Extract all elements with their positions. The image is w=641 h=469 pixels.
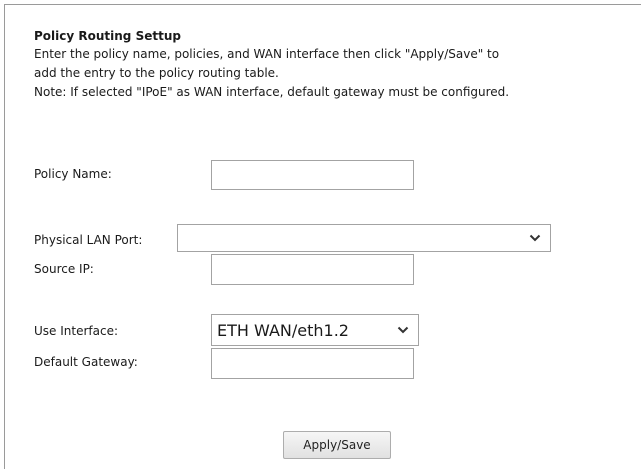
use-interface-label: Use Interface: [34, 324, 118, 338]
chevron-down-icon [526, 231, 544, 245]
source-ip-input[interactable] [211, 254, 414, 285]
policy-name-input[interactable] [211, 160, 414, 190]
chevron-down-icon [394, 323, 412, 337]
description-line-2: add the entry to the policy routing tabl… [34, 66, 279, 80]
description-line-3: Note: If selected "IPoE" as WAN interfac… [34, 85, 510, 99]
description-line-1: Enter the policy name, policies, and WAN… [34, 47, 500, 61]
apply-save-button[interactable]: Apply/Save [283, 431, 391, 459]
physical-lan-port-label: Physical LAN Port: [34, 233, 143, 247]
source-ip-label: Source IP: [34, 262, 94, 276]
use-interface-value: ETH WAN/eth1.2 [217, 320, 349, 340]
default-gateway-label: Default Gateway: [34, 355, 138, 369]
policy-name-label: Policy Name: [34, 167, 112, 181]
use-interface-select[interactable]: ETH WAN/eth1.2 [211, 314, 419, 346]
physical-lan-port-select[interactable] [177, 224, 551, 252]
page-title: Policy Routing Settup [34, 29, 181, 43]
default-gateway-input[interactable] [211, 348, 414, 379]
